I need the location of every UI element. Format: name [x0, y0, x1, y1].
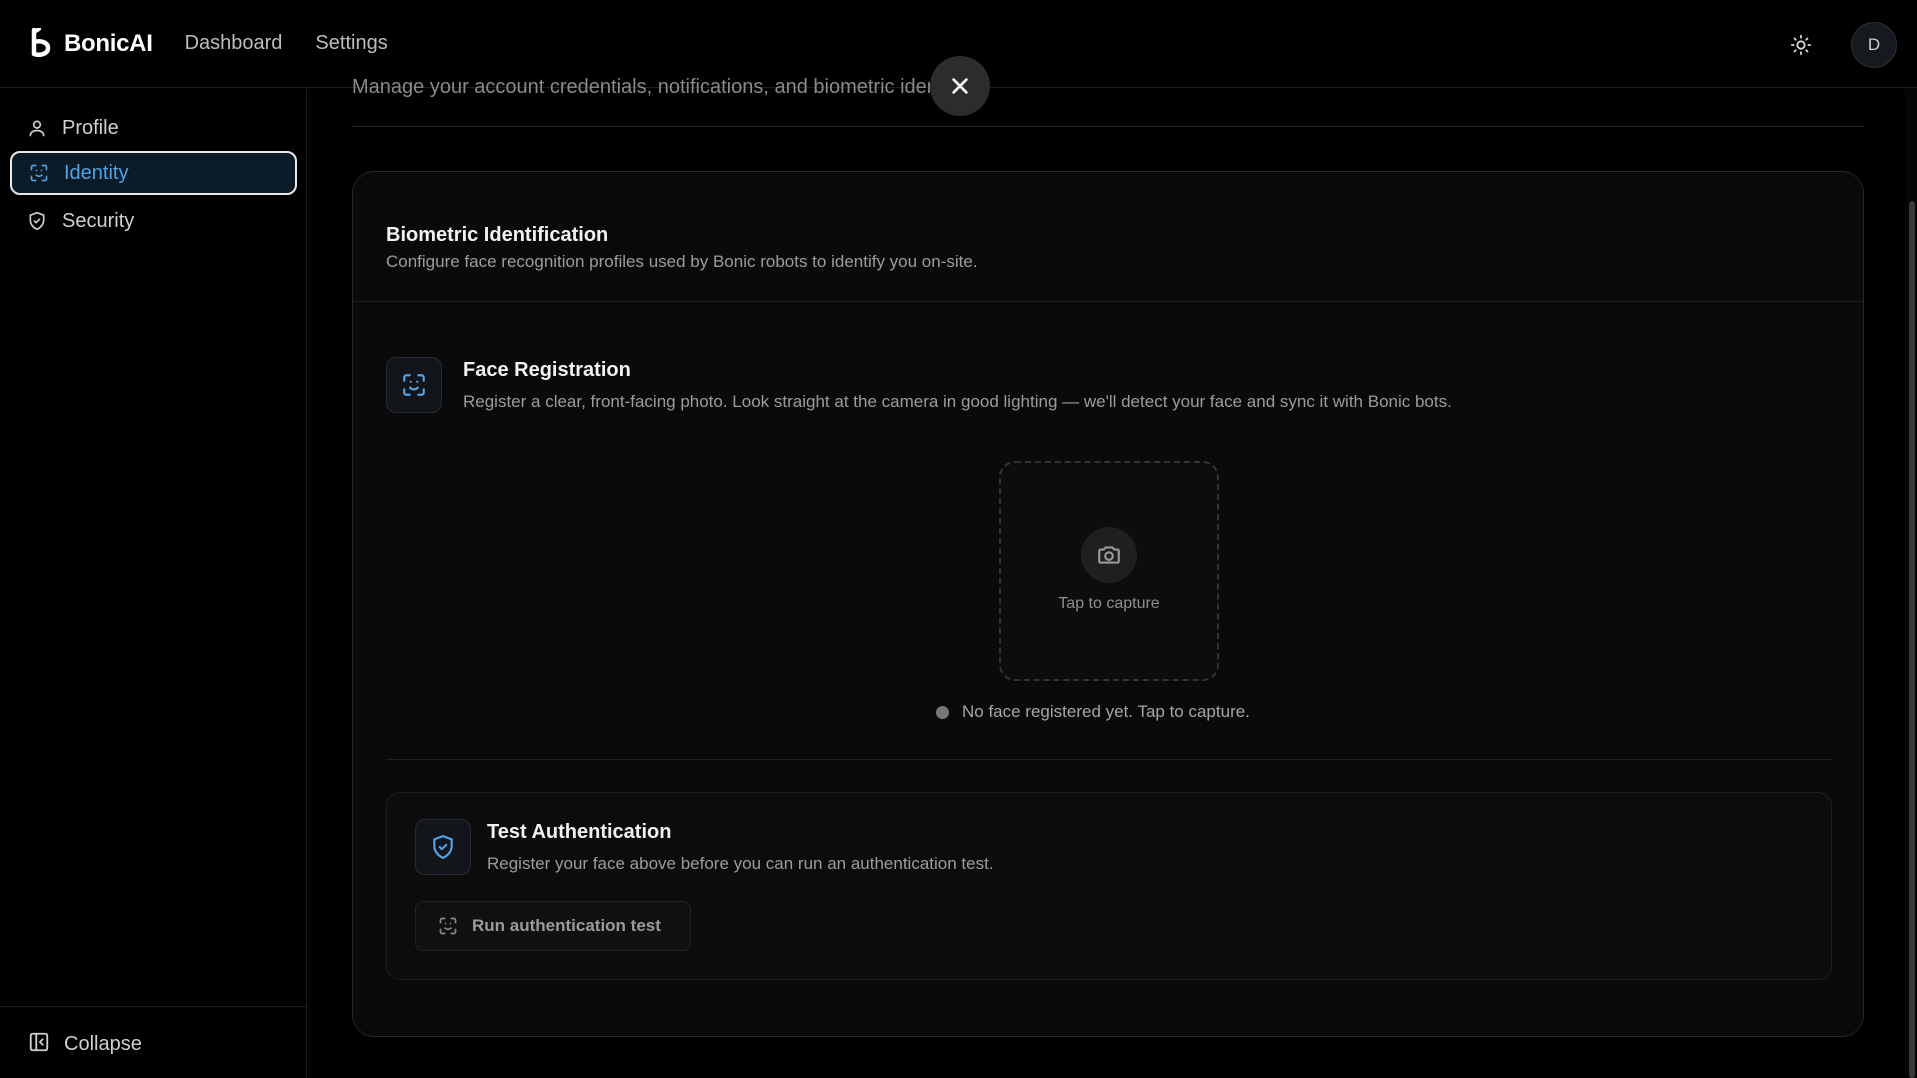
- face-status: No face registered yet. Tap to capture.: [936, 702, 1250, 722]
- close-button[interactable]: [930, 56, 990, 116]
- test-auth-icon-box: [415, 819, 471, 875]
- capture-dropzone[interactable]: Tap to capture: [999, 461, 1219, 681]
- biometric-card: Biometric Identification Configure face …: [352, 171, 1864, 1037]
- theme-toggle-button[interactable]: [1787, 31, 1815, 59]
- brand[interactable]: BonicAI: [30, 27, 153, 60]
- sidebar-divider: [0, 1006, 307, 1007]
- test-authentication-panel: Test Authentication Register your face a…: [386, 792, 1832, 980]
- avatar[interactable]: D: [1851, 22, 1897, 68]
- shield-check-icon: [26, 210, 48, 232]
- sidebar-item-identity[interactable]: Identity: [10, 151, 297, 195]
- scrollbar-thumb[interactable]: [1909, 201, 1915, 1078]
- collapse-label: Collapse: [64, 1033, 142, 1055]
- test-auth-title: Test Authentication: [487, 821, 672, 843]
- face-registration-title: Face Registration: [463, 359, 631, 381]
- run-button-label: Run authentication test: [472, 916, 661, 935]
- nav-dashboard[interactable]: Dashboard: [185, 32, 283, 55]
- sidebar-item-profile[interactable]: Profile: [10, 106, 297, 150]
- page-divider: [352, 126, 1864, 127]
- section-divider: [386, 759, 1832, 760]
- test-auth-description: Register your face above before you can …: [487, 854, 994, 873]
- bonic-logo-icon: [31, 27, 51, 57]
- card-title: Biometric Identification: [386, 224, 609, 246]
- face-registration-description: Register a clear, front-facing photo. Lo…: [463, 392, 1452, 411]
- face-scan-icon: [28, 162, 50, 184]
- run-authentication-test-button[interactable]: Run authentication test: [415, 901, 691, 951]
- sun-icon: [1790, 34, 1812, 56]
- sidebar-item-label: Profile: [62, 116, 119, 139]
- status-dot: [936, 705, 949, 719]
- collapse-button[interactable]: Collapse: [28, 1031, 142, 1058]
- capture-label: Tap to capture: [1058, 595, 1160, 612]
- sidebar-item-label: Security: [62, 209, 135, 232]
- close-icon: [952, 78, 968, 94]
- user-icon: [26, 117, 48, 139]
- top-right-actions: D: [1787, 22, 1897, 68]
- sidebar-item-security[interactable]: Security: [10, 199, 297, 243]
- card-header: Biometric Identification Configure face …: [353, 172, 1863, 302]
- collapse-sidebar-icon: [28, 1031, 50, 1058]
- sidebar: Profile Identity Security Collapse: [0, 89, 307, 1078]
- face-scan-icon: [439, 917, 457, 935]
- camera-icon: [1081, 527, 1137, 583]
- brand-name: BonicAI: [64, 29, 153, 57]
- face-scan-icon: [403, 374, 425, 396]
- nav-settings[interactable]: Settings: [315, 32, 387, 55]
- shield-check-icon: [433, 835, 453, 859]
- sidebar-item-label: Identity: [64, 161, 129, 184]
- top-nav: Dashboard Settings: [185, 32, 388, 55]
- face-registration-icon-box: [386, 357, 442, 413]
- scrollbar[interactable]: [1905, 89, 1917, 1078]
- status-text: No face registered yet. Tap to capture.: [962, 702, 1250, 721]
- page-subtitle: Manage your account credentials, notific…: [352, 76, 985, 98]
- card-description: Configure face recognition profiles used…: [386, 252, 978, 271]
